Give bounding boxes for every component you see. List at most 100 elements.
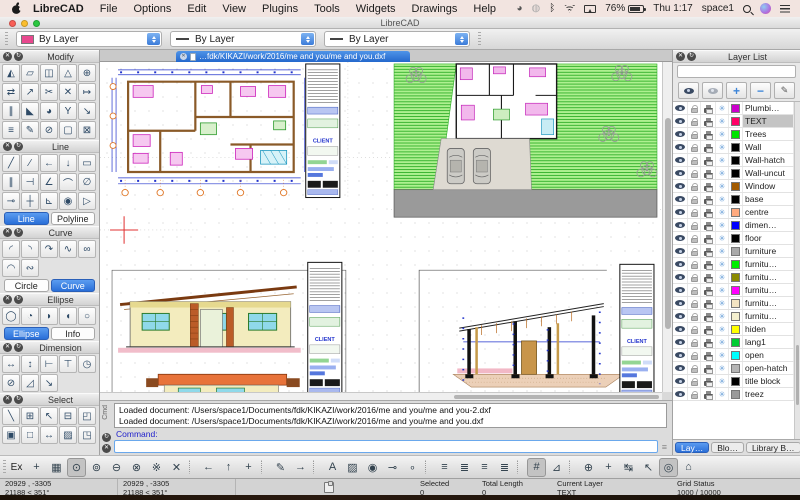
layer-color-cell[interactable] bbox=[729, 336, 743, 348]
mtext-icon[interactable]: A bbox=[323, 458, 342, 477]
menu-item[interactable]: File bbox=[92, 3, 126, 15]
layer-row[interactable]: ✳ hiden bbox=[673, 323, 794, 336]
layer-color-cell[interactable] bbox=[729, 102, 743, 114]
modify-delete-icon[interactable]: ⊘ bbox=[40, 121, 58, 139]
layer-print-toggle[interactable] bbox=[701, 232, 716, 244]
zoom-previous-icon[interactable]: ↹ bbox=[619, 458, 638, 477]
layer-visibility-toggle[interactable] bbox=[673, 167, 688, 179]
layer-row[interactable]: ✳ Plumbi… bbox=[673, 102, 794, 115]
display-mirroring-icon[interactable] bbox=[584, 5, 596, 13]
layer-color-cell[interactable] bbox=[729, 154, 743, 166]
layer-print-toggle[interactable] bbox=[701, 388, 716, 400]
zoom-in-icon[interactable]: ⊕ bbox=[579, 458, 598, 477]
layer-row[interactable]: ✳ open bbox=[673, 349, 794, 362]
layer-row[interactable]: ✳ furnitu… bbox=[673, 258, 794, 271]
scrollbar-thumb[interactable] bbox=[796, 345, 799, 406]
scrollbar-thumb[interactable] bbox=[665, 118, 671, 329]
user-name[interactable]: space1 bbox=[702, 3, 734, 14]
layer-color-cell[interactable] bbox=[729, 128, 743, 140]
restrict-nothing-icon[interactable]: + bbox=[239, 458, 258, 477]
layer-lock-toggle[interactable] bbox=[688, 297, 701, 309]
hide-all-layers-button[interactable] bbox=[702, 82, 723, 99]
modify-properties-icon[interactable]: ≡ bbox=[2, 121, 20, 139]
separator[interactable] bbox=[261, 460, 268, 474]
layer-print-toggle[interactable] bbox=[701, 245, 716, 257]
tab-info[interactable]: Info bbox=[51, 327, 96, 340]
separator[interactable] bbox=[517, 460, 524, 474]
tab-layer-list[interactable]: Lay… bbox=[675, 442, 709, 453]
layer-lock-toggle[interactable] bbox=[688, 219, 701, 231]
battery-indicator[interactable]: 76% bbox=[605, 3, 644, 14]
tab-block-list[interactable]: Blo… bbox=[711, 442, 744, 453]
layer-construction-toggle[interactable]: ✳ bbox=[716, 193, 729, 205]
layer-construction-toggle[interactable]: ✳ bbox=[716, 115, 729, 127]
layer-print-toggle[interactable] bbox=[701, 193, 716, 205]
layer-lock-toggle[interactable] bbox=[688, 271, 701, 283]
layer-row[interactable]: ✳ furnitu… bbox=[673, 310, 794, 323]
layer-list-scrollbar[interactable] bbox=[794, 102, 800, 439]
tab-polyline[interactable]: Polyline bbox=[51, 212, 96, 225]
bezier-icon[interactable]: ◠ bbox=[2, 259, 20, 277]
layer-row[interactable]: ✳ Wall bbox=[673, 141, 794, 154]
layer-row[interactable]: ✳ base bbox=[673, 193, 794, 206]
close-window-button[interactable] bbox=[9, 20, 16, 27]
arc-center-icon[interactable]: ◜ bbox=[2, 240, 20, 258]
modify-attributes-icon[interactable]: ✎ bbox=[21, 121, 39, 139]
dim-diametric-icon[interactable]: ⊘ bbox=[2, 374, 20, 392]
combobox-spinner-icon[interactable] bbox=[455, 33, 468, 45]
line-parallel-icon[interactable]: ∥ bbox=[2, 173, 20, 191]
edit-layer-button[interactable]: ✎ bbox=[774, 82, 795, 99]
dim-angular-icon[interactable]: ◿ bbox=[21, 374, 39, 392]
separator[interactable] bbox=[569, 460, 576, 474]
layer-construction-toggle[interactable]: ✳ bbox=[716, 167, 729, 179]
modify-fillet-icon[interactable]: ◕ bbox=[40, 102, 58, 120]
snap-endpoints-icon[interactable]: ⊙ bbox=[67, 458, 86, 477]
deselect-entity-icon[interactable]: ↖ bbox=[40, 407, 58, 425]
menu-item[interactable]: Edit bbox=[179, 3, 214, 15]
undock-panel-icon[interactable]: ↻ bbox=[14, 142, 23, 151]
line-rel-angle-icon[interactable]: ⊾ bbox=[40, 192, 58, 210]
layer-construction-toggle[interactable]: ✳ bbox=[716, 128, 729, 140]
layer-lock-toggle[interactable] bbox=[688, 349, 701, 361]
layer-construction-toggle[interactable]: ✳ bbox=[716, 232, 729, 244]
layer-construction-toggle[interactable]: ✳ bbox=[716, 284, 729, 296]
dim-leader-icon[interactable]: ↘ bbox=[40, 374, 58, 392]
layer-row[interactable]: ✳ Window bbox=[673, 180, 794, 193]
spline-points-icon[interactable]: ∞ bbox=[78, 240, 96, 258]
tab-close-icon[interactable]: ✕ bbox=[180, 53, 187, 60]
lock-relative-zero-icon[interactable]: → bbox=[291, 458, 310, 477]
add-layer-button[interactable]: + bbox=[726, 82, 747, 99]
layer-row[interactable]: ✳ Wall-uncut bbox=[673, 167, 794, 180]
tab-library-browser[interactable]: Library B… bbox=[746, 442, 800, 453]
layer-lock-toggle[interactable] bbox=[688, 336, 701, 348]
menu-item[interactable]: LibreCAD bbox=[25, 3, 92, 15]
dim-vertical-icon[interactable]: ⊤ bbox=[59, 355, 77, 373]
separator[interactable] bbox=[425, 460, 432, 474]
tab-circle[interactable]: Circle bbox=[4, 279, 49, 292]
drawing-canvas[interactable]: CLIENT bbox=[100, 62, 662, 392]
align-right-icon[interactable]: ≣ bbox=[455, 458, 474, 477]
deselect-window-icon[interactable]: ⊟ bbox=[59, 407, 77, 425]
layer-color-cell[interactable] bbox=[729, 258, 743, 270]
layer-print-toggle[interactable] bbox=[701, 336, 716, 348]
layer-visibility-toggle[interactable] bbox=[673, 180, 688, 192]
ellipse-arc-icon[interactable]: ◗ bbox=[40, 307, 58, 325]
layer-print-toggle[interactable] bbox=[701, 167, 716, 179]
layer-print-toggle[interactable] bbox=[701, 141, 716, 153]
layer-lock-toggle[interactable] bbox=[688, 154, 701, 166]
exclusive-snap-label[interactable]: Ex bbox=[7, 458, 26, 477]
modify-move-icon[interactable]: ◭ bbox=[2, 64, 20, 82]
layer-visibility-toggle[interactable] bbox=[673, 271, 688, 283]
undock-panel-icon[interactable]: ↻ bbox=[14, 395, 23, 404]
layer-color-cell[interactable] bbox=[729, 375, 743, 387]
layer-lock-toggle[interactable] bbox=[688, 206, 701, 218]
layer-print-toggle[interactable] bbox=[701, 102, 716, 114]
select-all-icon[interactable]: ▣ bbox=[2, 426, 20, 444]
restrict-horizontal-icon[interactable]: ← bbox=[199, 458, 218, 477]
select-entity-icon[interactable]: ╲ bbox=[2, 407, 20, 425]
circle-tool-icon[interactable]: ∘ bbox=[403, 458, 422, 477]
snap-intersection-icon[interactable]: ✕ bbox=[167, 458, 186, 477]
layer-row[interactable]: ✳ Trees bbox=[673, 128, 794, 141]
layer-color-cell[interactable] bbox=[729, 362, 743, 374]
layer-construction-toggle[interactable]: ✳ bbox=[716, 154, 729, 166]
